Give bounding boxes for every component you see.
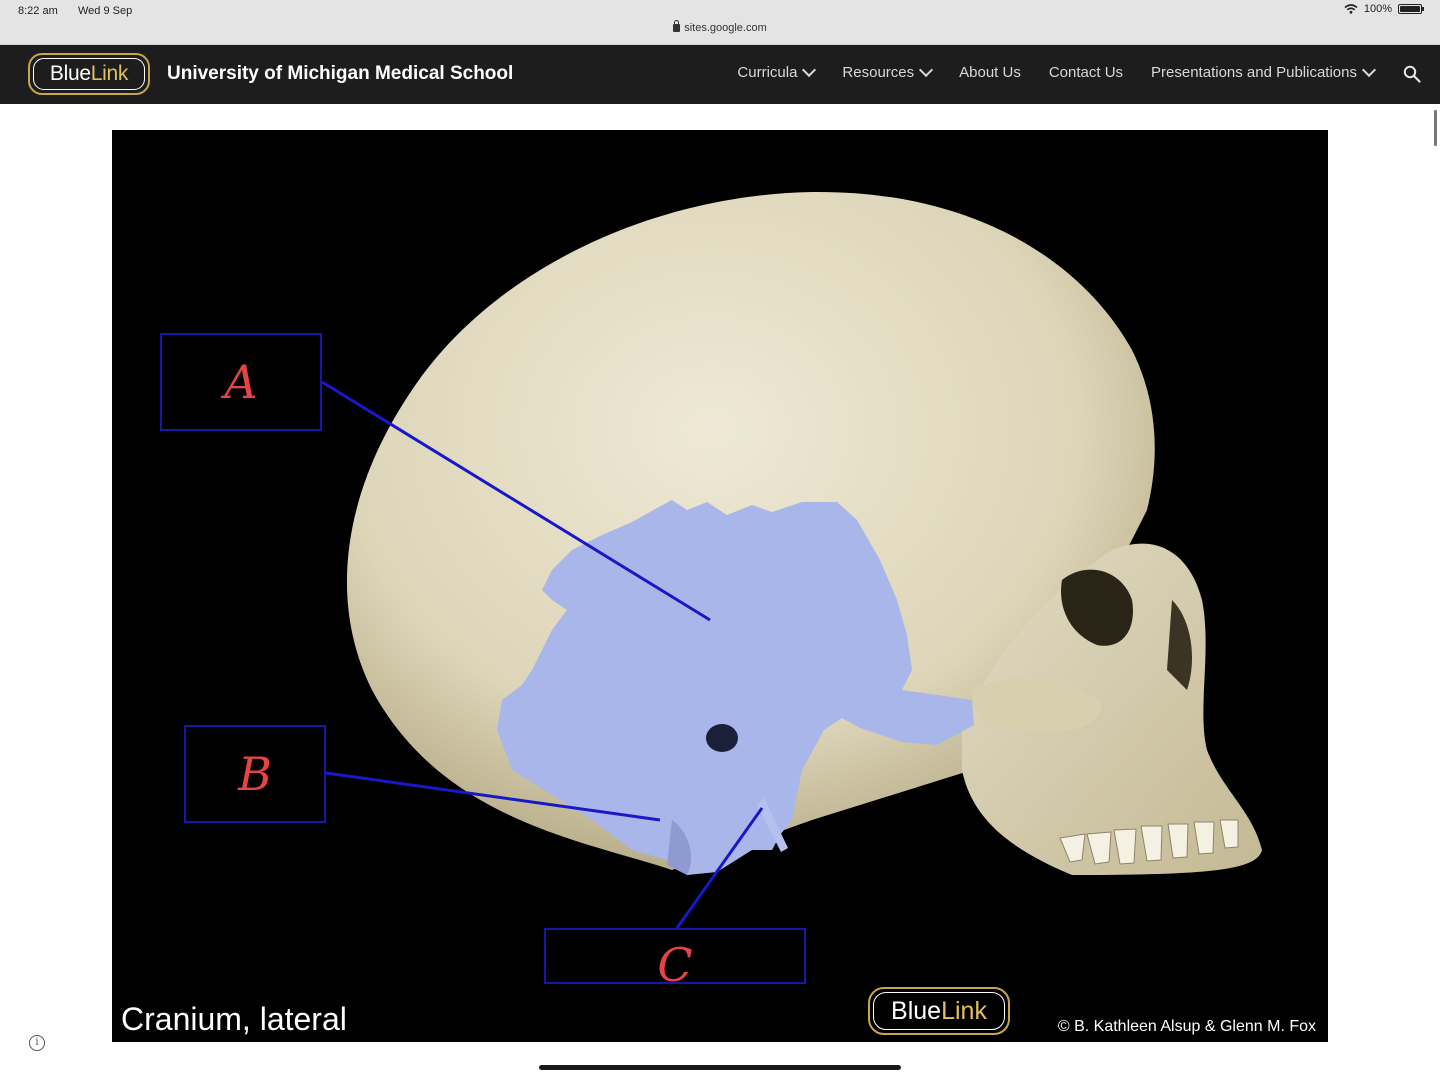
nav-item-label: Resources (842, 64, 915, 81)
label-b-text: B (238, 747, 272, 801)
chevron-down-icon (919, 62, 934, 78)
site-title[interactable]: University of Michigan Medical School (167, 63, 513, 85)
nav-item-contact-us[interactable]: Contact Us (1049, 64, 1123, 81)
label-a-text: A (224, 355, 258, 409)
search-icon[interactable] (1403, 65, 1421, 83)
home-indicator[interactable] (539, 1065, 901, 1070)
url-text: sites.google.com (684, 22, 767, 34)
figure-caption: Cranium, lateral (121, 1001, 347, 1037)
label-box-b[interactable]: B (184, 725, 326, 823)
status-time: 8:22 am (18, 5, 58, 17)
scrollbar-thumb[interactable] (1434, 110, 1437, 146)
nav-item-curricula[interactable]: Curricula (737, 62, 817, 81)
logo-text: Blue Link (33, 58, 145, 90)
external-acoustic-meatus (706, 724, 738, 752)
nav-item-label: About Us (959, 64, 1021, 81)
nav-item-label: Contact Us (1048, 64, 1124, 81)
copyright-text: © B. Kathleen Alsup & Glenn M. Fox (1057, 1018, 1316, 1035)
skull-illustration (321, 191, 1262, 929)
label-box-c[interactable]: C (544, 928, 806, 992)
site-header: Blue Link University of Michigan Medical … (0, 45, 1440, 104)
nav-item-about-us[interactable]: About Us (959, 64, 1021, 81)
label-box-a[interactable]: A (160, 333, 322, 431)
battery-percent: 100% (1363, 3, 1392, 15)
chevron-down-icon (1361, 62, 1377, 78)
wifi-icon (1344, 4, 1358, 14)
figure-logo-text: Blue Link (873, 992, 1005, 1030)
nav-item-label: Curricula (737, 64, 798, 81)
figure-bluelink-logo: Blue Link (868, 987, 1010, 1035)
status-bar: 8:22 am Wed 9 Sep 100% sites.google.com (0, 0, 1440, 45)
nav-item-presentations[interactable]: Presentations and Publications (1151, 62, 1377, 81)
bluelink-logo[interactable]: Blue Link (28, 53, 150, 95)
info-icon[interactable]: i (29, 1035, 45, 1051)
anatomy-figure: A B C Cranium, lateral Blue Link © B. Kat… (112, 130, 1328, 1042)
nav-item-resources[interactable]: Resources (842, 62, 934, 81)
nav-menu: Curricula Resources About Us Contact Us … (709, 62, 1377, 81)
lock-icon (673, 20, 681, 32)
label-c-text: C (657, 938, 693, 992)
chevron-down-icon (802, 62, 817, 78)
status-indicators: 100% (1344, 3, 1424, 15)
nav-item-label: Presentations and Publications (1151, 64, 1357, 81)
url-bar[interactable]: sites.google.com (0, 20, 1440, 34)
battery-icon (1398, 4, 1424, 14)
status-date: Wed 9 Sep (78, 5, 133, 17)
